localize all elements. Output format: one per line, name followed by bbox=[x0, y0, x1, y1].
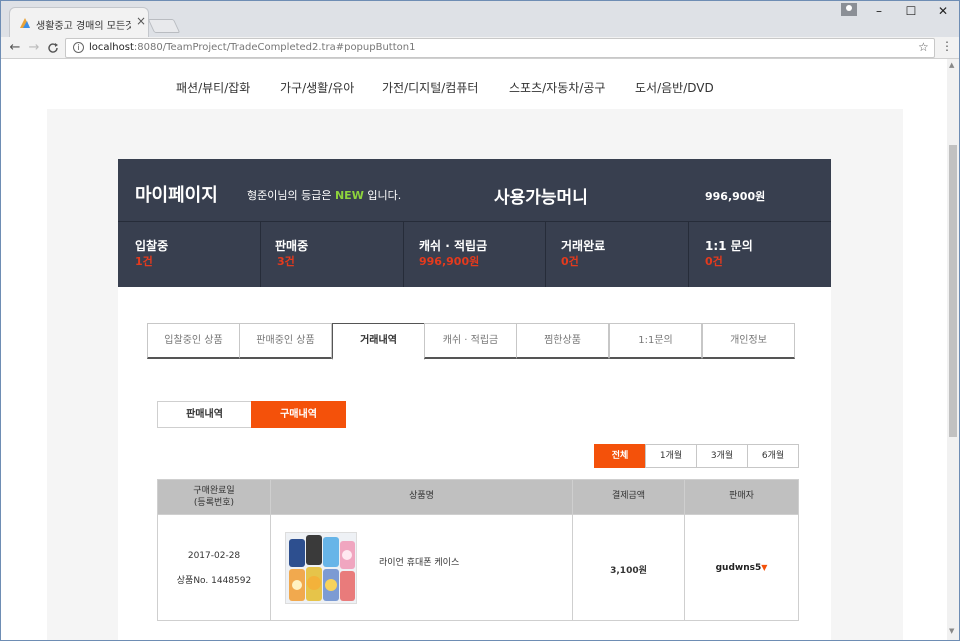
column-header-seller: 판매자 bbox=[685, 480, 798, 514]
stat-cash[interactable]: 캐쉬 · 적립금 996,900원 bbox=[404, 222, 546, 287]
profile-icon[interactable] bbox=[841, 3, 857, 16]
browser-menu-icon[interactable]: ⋮ bbox=[941, 39, 953, 53]
period-3month-button[interactable]: 3개월 bbox=[696, 444, 748, 468]
available-money-label: 사용가능머니 bbox=[494, 188, 588, 208]
stat-completed[interactable]: 거래완료 0건 bbox=[546, 222, 689, 287]
page-content: 패션/뷰티/잡화 가구/생활/유아 가전/디지털/컴퓨터 스포츠/자동차/공구 … bbox=[1, 59, 947, 640]
sales-history-button[interactable]: 판매내역 bbox=[157, 401, 252, 428]
column-header-product: 상품명 bbox=[271, 480, 573, 514]
new-tab-button[interactable] bbox=[147, 19, 181, 33]
scroll-up-icon[interactable]: ▲ bbox=[949, 61, 954, 69]
trade-history-panel: 입찰중인 상품 판매중인 상품 거래내역 캐쉬 · 적립금 찜한상품 1:1문의… bbox=[118, 287, 831, 640]
bookmark-star-icon[interactable]: ☆ bbox=[918, 40, 929, 54]
category-link[interactable]: 스포츠/자동차/공구 bbox=[509, 79, 605, 96]
info-icon[interactable]: i bbox=[73, 42, 84, 53]
table-row-seller-cell: gudwns5▼ bbox=[685, 514, 798, 621]
period-6month-button[interactable]: 6개월 bbox=[747, 444, 799, 468]
close-tab-icon[interactable]: × bbox=[134, 14, 148, 28]
scroll-down-icon[interactable]: ▼ bbox=[949, 627, 954, 635]
url-text: localhost:8080/TeamProject/TradeComplete… bbox=[89, 42, 416, 53]
period-all-button[interactable]: 전체 bbox=[594, 444, 646, 468]
vertical-scrollbar[interactable]: ▲ ▼ bbox=[947, 59, 959, 640]
tab-inquiry[interactable]: 1:1문의 bbox=[609, 323, 702, 359]
payment-amount: 3,100원 bbox=[610, 566, 647, 576]
purchase-table: 구매완료일 (등록번호) 상품명 결제금액 판매자 2017-02-28 상품N… bbox=[157, 479, 799, 621]
purchase-date: 2017-02-28 bbox=[187, 551, 241, 561]
category-link[interactable]: 가전/디지털/컴퓨터 bbox=[382, 79, 478, 96]
address-bar[interactable]: i localhost:8080/TeamProject/TradeComple… bbox=[65, 38, 935, 58]
tab-wishlist[interactable]: 찜한상품 bbox=[516, 323, 609, 359]
tab-selling-items[interactable]: 판매중인 상품 bbox=[239, 323, 332, 359]
stat-bidding[interactable]: 입찰중 1건 bbox=[118, 222, 261, 287]
close-window-button[interactable]: ✕ bbox=[927, 1, 959, 21]
table-row-date-cell: 2017-02-28 상품No. 1448592 bbox=[158, 514, 271, 621]
column-header-amount: 결제금액 bbox=[573, 480, 685, 514]
mypage-title: 마이페이지 bbox=[135, 185, 218, 206]
category-link[interactable]: 패션/뷰티/잡화 bbox=[176, 79, 250, 96]
column-header-date: 구매완료일 (등록번호) bbox=[158, 480, 271, 514]
browser-tab[interactable]: 생활중고 경매의 모든것 × bbox=[9, 7, 149, 37]
product-name[interactable]: 라이언 휴대폰 케이스 bbox=[379, 555, 459, 568]
forward-icon[interactable]: → bbox=[25, 39, 43, 57]
purchase-history-button[interactable]: 구매내역 bbox=[251, 401, 346, 428]
registration-number: 상품No. 1448592 bbox=[176, 576, 252, 586]
seller-id[interactable]: gudwns5 bbox=[716, 563, 762, 573]
minimize-button[interactable]: – bbox=[863, 1, 895, 21]
period-1month-button[interactable]: 1개월 bbox=[645, 444, 697, 468]
scroll-thumb[interactable] bbox=[949, 145, 957, 437]
tab-cash-points[interactable]: 캐쉬 · 적립금 bbox=[424, 323, 517, 359]
member-grade: 형준이님의 등급은 NEW 입니다. bbox=[247, 189, 402, 202]
tab-trade-history[interactable]: 거래내역 bbox=[332, 323, 425, 360]
browser-window: 생활중고 경매의 모든것 × – ☐ ✕ ← → i localhost:808… bbox=[0, 0, 960, 641]
maximize-button[interactable]: ☐ bbox=[895, 1, 927, 21]
tab-bidding-items[interactable]: 입찰중인 상품 bbox=[147, 323, 240, 359]
table-row-product-cell[interactable]: 라이언 휴대폰 케이스 bbox=[271, 514, 573, 621]
mypage-banner: 마이페이지 형준이님의 등급은 NEW 입니다. 사용가능머니 996,900원… bbox=[118, 159, 831, 287]
favicon-icon bbox=[20, 18, 30, 28]
dropdown-arrow-icon[interactable]: ▼ bbox=[761, 563, 767, 572]
seller-dropdown[interactable]: gudwns5▼ bbox=[685, 563, 798, 573]
browser-toolbar: ← → i localhost:8080/TeamProject/TradeCo… bbox=[1, 37, 959, 59]
available-money-value: 996,900원 bbox=[705, 190, 766, 203]
category-link[interactable]: 도서/음반/DVD bbox=[635, 79, 714, 96]
grade-badge: NEW bbox=[334, 189, 364, 202]
product-thumbnail[interactable] bbox=[285, 532, 357, 604]
category-nav: 패션/뷰티/잡화 가구/생활/유아 가전/디지털/컴퓨터 스포츠/자동차/공구 … bbox=[1, 79, 947, 99]
tab-title: 생활중고 경매의 모든것 bbox=[36, 21, 131, 32]
reload-icon[interactable] bbox=[44, 39, 62, 57]
category-link[interactable]: 가구/생활/유아 bbox=[280, 79, 354, 96]
content-area: 마이페이지 형준이님의 등급은 NEW 입니다. 사용가능머니 996,900원… bbox=[47, 109, 903, 640]
stat-inquiry[interactable]: 1:1 문의 0건 bbox=[689, 222, 831, 287]
title-bar: 생활중고 경매의 모든것 × – ☐ ✕ bbox=[1, 1, 959, 37]
tab-profile[interactable]: 개인정보 bbox=[702, 323, 795, 359]
table-row-amount-cell: 3,100원 bbox=[573, 514, 685, 621]
stat-selling[interactable]: 판매중 3건 bbox=[261, 222, 404, 287]
back-icon[interactable]: ← bbox=[6, 39, 24, 57]
